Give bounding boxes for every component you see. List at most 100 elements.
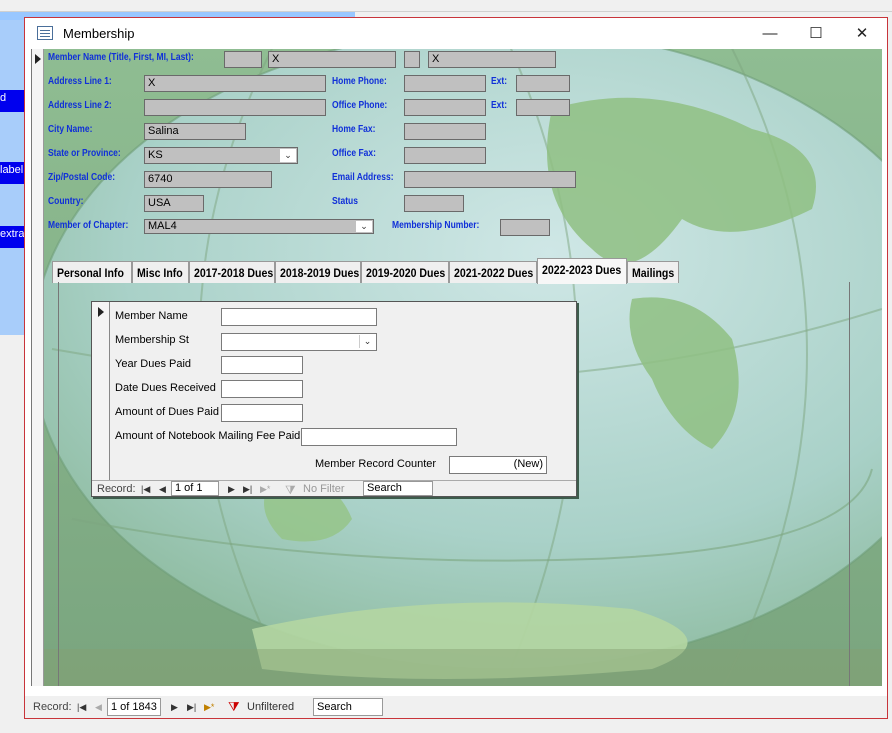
state-combo[interactable]: KS ⌄ [144, 147, 298, 164]
main-navigation-bar: Record: |◀ ◀ 1 of 1843 ▶ ▶| ▶* ⧩ Unfilte… [25, 696, 887, 718]
record-selector[interactable] [32, 49, 44, 686]
home-phone-field[interactable] [404, 75, 486, 92]
chapter-combo[interactable]: MAL4 ⌄ [144, 219, 374, 234]
new-record-icon[interactable]: ▶* [204, 702, 214, 713]
office-fax-label: Office Fax: [332, 148, 376, 159]
tab-2022-2023-dues[interactable]: 2022-2023 Dues [537, 258, 627, 284]
minimize-button[interactable]: — [747, 18, 793, 49]
tab-2021-2022-dues[interactable]: 2021-2022 Dues [449, 261, 537, 283]
home-ext-label: Ext: [491, 76, 508, 87]
zip-field[interactable]: 6740 [144, 171, 272, 188]
filter-icon[interactable]: ⧩ [285, 483, 296, 498]
membership-number-field[interactable] [500, 219, 550, 236]
member-first-name-field[interactable]: X [268, 51, 396, 68]
main-record-label: Record: [33, 701, 72, 713]
office-phone-label: Office Phone: [332, 100, 388, 111]
background-label[interactable]: label [0, 162, 24, 184]
address-line-1-field[interactable]: X [144, 75, 326, 92]
maximize-button[interactable]: ☐ [793, 18, 839, 49]
subform-filter-status[interactable]: No Filter [303, 483, 345, 495]
filter-icon[interactable]: ⧩ [228, 699, 240, 715]
last-record-icon[interactable]: ▶| [243, 484, 252, 495]
previous-record-icon[interactable]: ◀ [159, 484, 166, 495]
home-fax-field[interactable] [404, 123, 486, 140]
address-line-2-label: Address Line 2: [48, 100, 112, 111]
tab-2018-2019-dues[interactable]: 2018-2019 Dues [275, 261, 361, 283]
state-label: State or Province: [48, 148, 121, 159]
city-label: City Name: [48, 124, 93, 135]
member-last-name-field[interactable]: X [428, 51, 556, 68]
subform-record-position[interactable]: 1 of 1 [171, 481, 219, 496]
next-record-icon[interactable]: ▶ [171, 702, 178, 713]
title-bar[interactable]: Membership — ☐ ✕ [25, 18, 887, 49]
sub-record-counter-field: (New) [449, 456, 547, 474]
sub-year-dues-paid-label: Year Dues Paid [115, 358, 192, 370]
chevron-down-icon[interactable]: ⌄ [356, 221, 372, 232]
chapter-value: MAL4 [148, 220, 177, 232]
member-name-label: Member Name (Title, First, MI, Last): [48, 52, 194, 63]
current-record-arrow-icon [98, 307, 104, 317]
office-fax-field[interactable] [404, 147, 486, 164]
chevron-down-icon[interactable]: ⌄ [280, 149, 296, 162]
subform-navigation-bar: Record: |◀ ◀ 1 of 1 ▶ ▶| ▶* ⧩ No Filter … [92, 480, 576, 498]
background-label[interactable]: d [0, 90, 24, 112]
tab-mailings[interactable]: Mailings [627, 261, 679, 283]
sub-date-dues-received-label: Date Dues Received [115, 382, 216, 394]
country-label: Country: [48, 196, 84, 207]
sub-amount-dues-paid-field[interactable] [221, 404, 303, 422]
membership-form: Member Name (Title, First, MI, Last): X … [31, 49, 882, 686]
sub-member-name-field[interactable] [221, 308, 377, 326]
office-ext-label: Ext: [491, 100, 508, 111]
close-button[interactable]: ✕ [839, 18, 885, 49]
member-title-field[interactable] [224, 51, 262, 68]
tab-2019-2020-dues[interactable]: 2019-2020 Dues [361, 261, 449, 283]
main-filter-status[interactable]: Unfiltered [247, 701, 294, 713]
sub-notebook-fee-label: Amount of Notebook Mailing Fee Paid [115, 430, 301, 442]
address-line-2-field[interactable] [144, 99, 326, 116]
status-label: Status [332, 196, 358, 207]
subform-record-selector[interactable] [92, 302, 110, 480]
form-icon [37, 26, 53, 40]
office-phone-field[interactable] [404, 99, 486, 116]
tab-misc-info[interactable]: Misc Info [132, 261, 189, 283]
sub-member-name-label: Member Name [115, 310, 188, 322]
tab-personal-info[interactable]: Personal Info [52, 261, 132, 283]
first-record-icon[interactable]: |◀ [141, 484, 150, 495]
sub-year-dues-paid-field[interactable] [221, 356, 303, 374]
city-field[interactable]: Salina [144, 123, 246, 140]
background-toolbar [0, 0, 892, 12]
new-record-icon[interactable]: ▶* [260, 484, 270, 495]
address-line-1-label: Address Line 1: [48, 76, 112, 87]
zip-label: Zip/Postal Code: [48, 172, 116, 183]
last-record-icon[interactable]: ▶| [187, 702, 196, 713]
previous-record-icon[interactable]: ◀ [95, 702, 102, 713]
dues-subform: Member Name Membership St ⌄ Year Dues Pa… [91, 301, 577, 497]
home-fax-label: Home Fax: [332, 124, 376, 135]
home-ext-field[interactable] [516, 75, 570, 92]
email-field[interactable] [404, 171, 576, 188]
window-title: Membership [63, 26, 135, 41]
membership-window: Membership — ☐ ✕ Member Name (Title, Fir… [24, 17, 888, 719]
first-record-icon[interactable]: |◀ [77, 702, 86, 713]
background-label[interactable]: extra [0, 226, 24, 248]
tab-2017-2018-dues[interactable]: 2017-2018 Dues [189, 261, 275, 283]
country-field[interactable]: USA [144, 195, 204, 212]
home-phone-label: Home Phone: [332, 76, 387, 87]
email-label: Email Address: [332, 172, 394, 183]
membership-number-label: Membership Number: [392, 220, 480, 231]
sub-record-counter-label: Member Record Counter [315, 458, 437, 470]
office-ext-field[interactable] [516, 99, 570, 116]
main-search-box[interactable]: Search [313, 698, 383, 716]
member-middle-initial-field[interactable] [404, 51, 420, 68]
sub-membership-status-combo[interactable]: ⌄ [221, 333, 377, 351]
state-value: KS [148, 149, 163, 161]
sub-notebook-fee-field[interactable] [301, 428, 457, 446]
main-record-position[interactable]: 1 of 1843 [107, 698, 161, 716]
subform-search-box[interactable]: Search [363, 481, 433, 496]
next-record-icon[interactable]: ▶ [228, 484, 235, 495]
subform-record-label: Record: [97, 483, 136, 495]
sub-amount-dues-paid-label: Amount of Dues Paid [115, 406, 219, 418]
status-field[interactable] [404, 195, 464, 212]
sub-date-dues-received-field[interactable] [221, 380, 303, 398]
chevron-down-icon[interactable]: ⌄ [359, 335, 375, 348]
